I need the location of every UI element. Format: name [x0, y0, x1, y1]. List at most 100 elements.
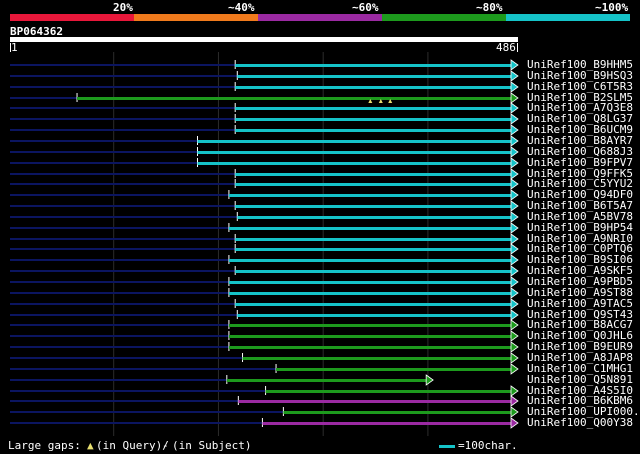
hit-bar [197, 140, 513, 143]
hit-arrowhead [510, 319, 519, 331]
hit-row [10, 222, 519, 234]
hit-row [10, 81, 519, 93]
hit-bar [237, 75, 513, 78]
hit-bar [265, 390, 512, 393]
hit-bar [235, 205, 513, 208]
hit-row [10, 265, 519, 277]
hit-row [10, 276, 519, 288]
hit-row [10, 59, 519, 71]
hit-arrowhead [510, 189, 519, 201]
hit-arrowhead [510, 406, 519, 418]
hit-row [10, 124, 519, 136]
hit-row [10, 189, 519, 201]
hit-arrowhead [510, 135, 519, 147]
hit-row [10, 211, 519, 223]
hit-row [10, 233, 519, 245]
hit-bar [228, 227, 512, 230]
large-gaps-label: Large gaps: [8, 439, 81, 452]
gap-query-text: (in Query)/ [96, 439, 169, 452]
hit-arrowhead [510, 124, 519, 136]
query-bar [10, 37, 518, 42]
hit-arrowhead [510, 417, 519, 429]
hit-bar [235, 118, 513, 121]
hit-row [10, 395, 519, 407]
hit-bar [235, 270, 513, 273]
hit-row [10, 363, 519, 375]
gap-subject-marker: - [162, 439, 169, 452]
hit-arrowhead [510, 341, 519, 353]
hit-bar [235, 129, 513, 132]
hit-row [10, 243, 519, 255]
hit-bar [228, 324, 512, 327]
hit-row [10, 406, 519, 418]
scale-key-swatch [439, 445, 455, 448]
hit-bar [235, 248, 513, 251]
hit-row [10, 135, 519, 147]
hit-row [10, 298, 519, 310]
hit-bar [242, 357, 512, 360]
hit-bar [276, 368, 512, 371]
hit-arrowhead [510, 102, 519, 114]
hit-arrowhead [425, 374, 434, 386]
hit-row [10, 319, 519, 331]
hit-row [10, 113, 519, 125]
hit-bar [237, 216, 513, 219]
hit-arrowhead [510, 70, 519, 82]
hit-arrowhead [510, 395, 519, 407]
hit-arrowhead [510, 265, 519, 277]
hit-bar [228, 281, 512, 284]
hit-arrowhead [510, 168, 519, 180]
hit-arrowhead [510, 81, 519, 93]
hit-bar [228, 335, 512, 338]
hit-bar [235, 303, 513, 306]
hit-bar [235, 238, 513, 241]
hit-arrowhead [510, 276, 519, 288]
query-start-label: 1 [11, 41, 18, 54]
hit-bar [197, 162, 513, 165]
hit-arrowhead [510, 298, 519, 310]
hit-arrowhead [510, 363, 519, 375]
hit-arrowhead [510, 211, 519, 223]
hit-arrowhead [510, 59, 519, 71]
hit-row [10, 102, 519, 114]
hit-arrowhead [510, 243, 519, 255]
hit-bar [238, 400, 513, 403]
hit-row [10, 70, 519, 82]
hit-row [10, 146, 519, 158]
hit-row [10, 417, 519, 429]
hit-row [10, 341, 519, 353]
hit-bar [197, 151, 513, 154]
hit-bar [228, 194, 512, 197]
hit-arrowhead [510, 146, 519, 158]
hit-arrowhead [510, 233, 519, 245]
gap-query-marker-icon: ▲ [87, 439, 94, 452]
hit-arrowhead [510, 385, 519, 397]
hit-arrowhead [510, 254, 519, 266]
hit-arrowhead [510, 113, 519, 125]
hit-arrowhead [510, 309, 519, 321]
query-end-label: 486 [496, 41, 516, 54]
hit-arrowhead [510, 352, 519, 364]
hit-row [10, 168, 519, 180]
hit-row [10, 385, 519, 397]
hit-bar [283, 411, 512, 414]
hit-row [10, 157, 519, 169]
hit-row [10, 374, 434, 386]
hit-bar [77, 97, 513, 100]
hit-bar [235, 183, 513, 186]
hit-arrowhead [510, 222, 519, 234]
hit-bar [235, 86, 513, 89]
hit-bar [235, 64, 513, 67]
hit-label[interactable]: UniRef100_Q00Y38 [527, 417, 633, 428]
hit-bar [226, 379, 428, 382]
hit-arrowhead [510, 92, 519, 104]
hit-bar [228, 346, 512, 349]
hit-row [10, 92, 519, 104]
hit-row [10, 287, 519, 299]
hit-bar [235, 173, 513, 176]
hit-bar [228, 259, 512, 262]
hit-bar [228, 292, 512, 295]
gap-subject-text: (in Subject) [172, 439, 252, 452]
hit-bar [237, 314, 513, 317]
scale-key-text: =100char. [458, 439, 518, 452]
